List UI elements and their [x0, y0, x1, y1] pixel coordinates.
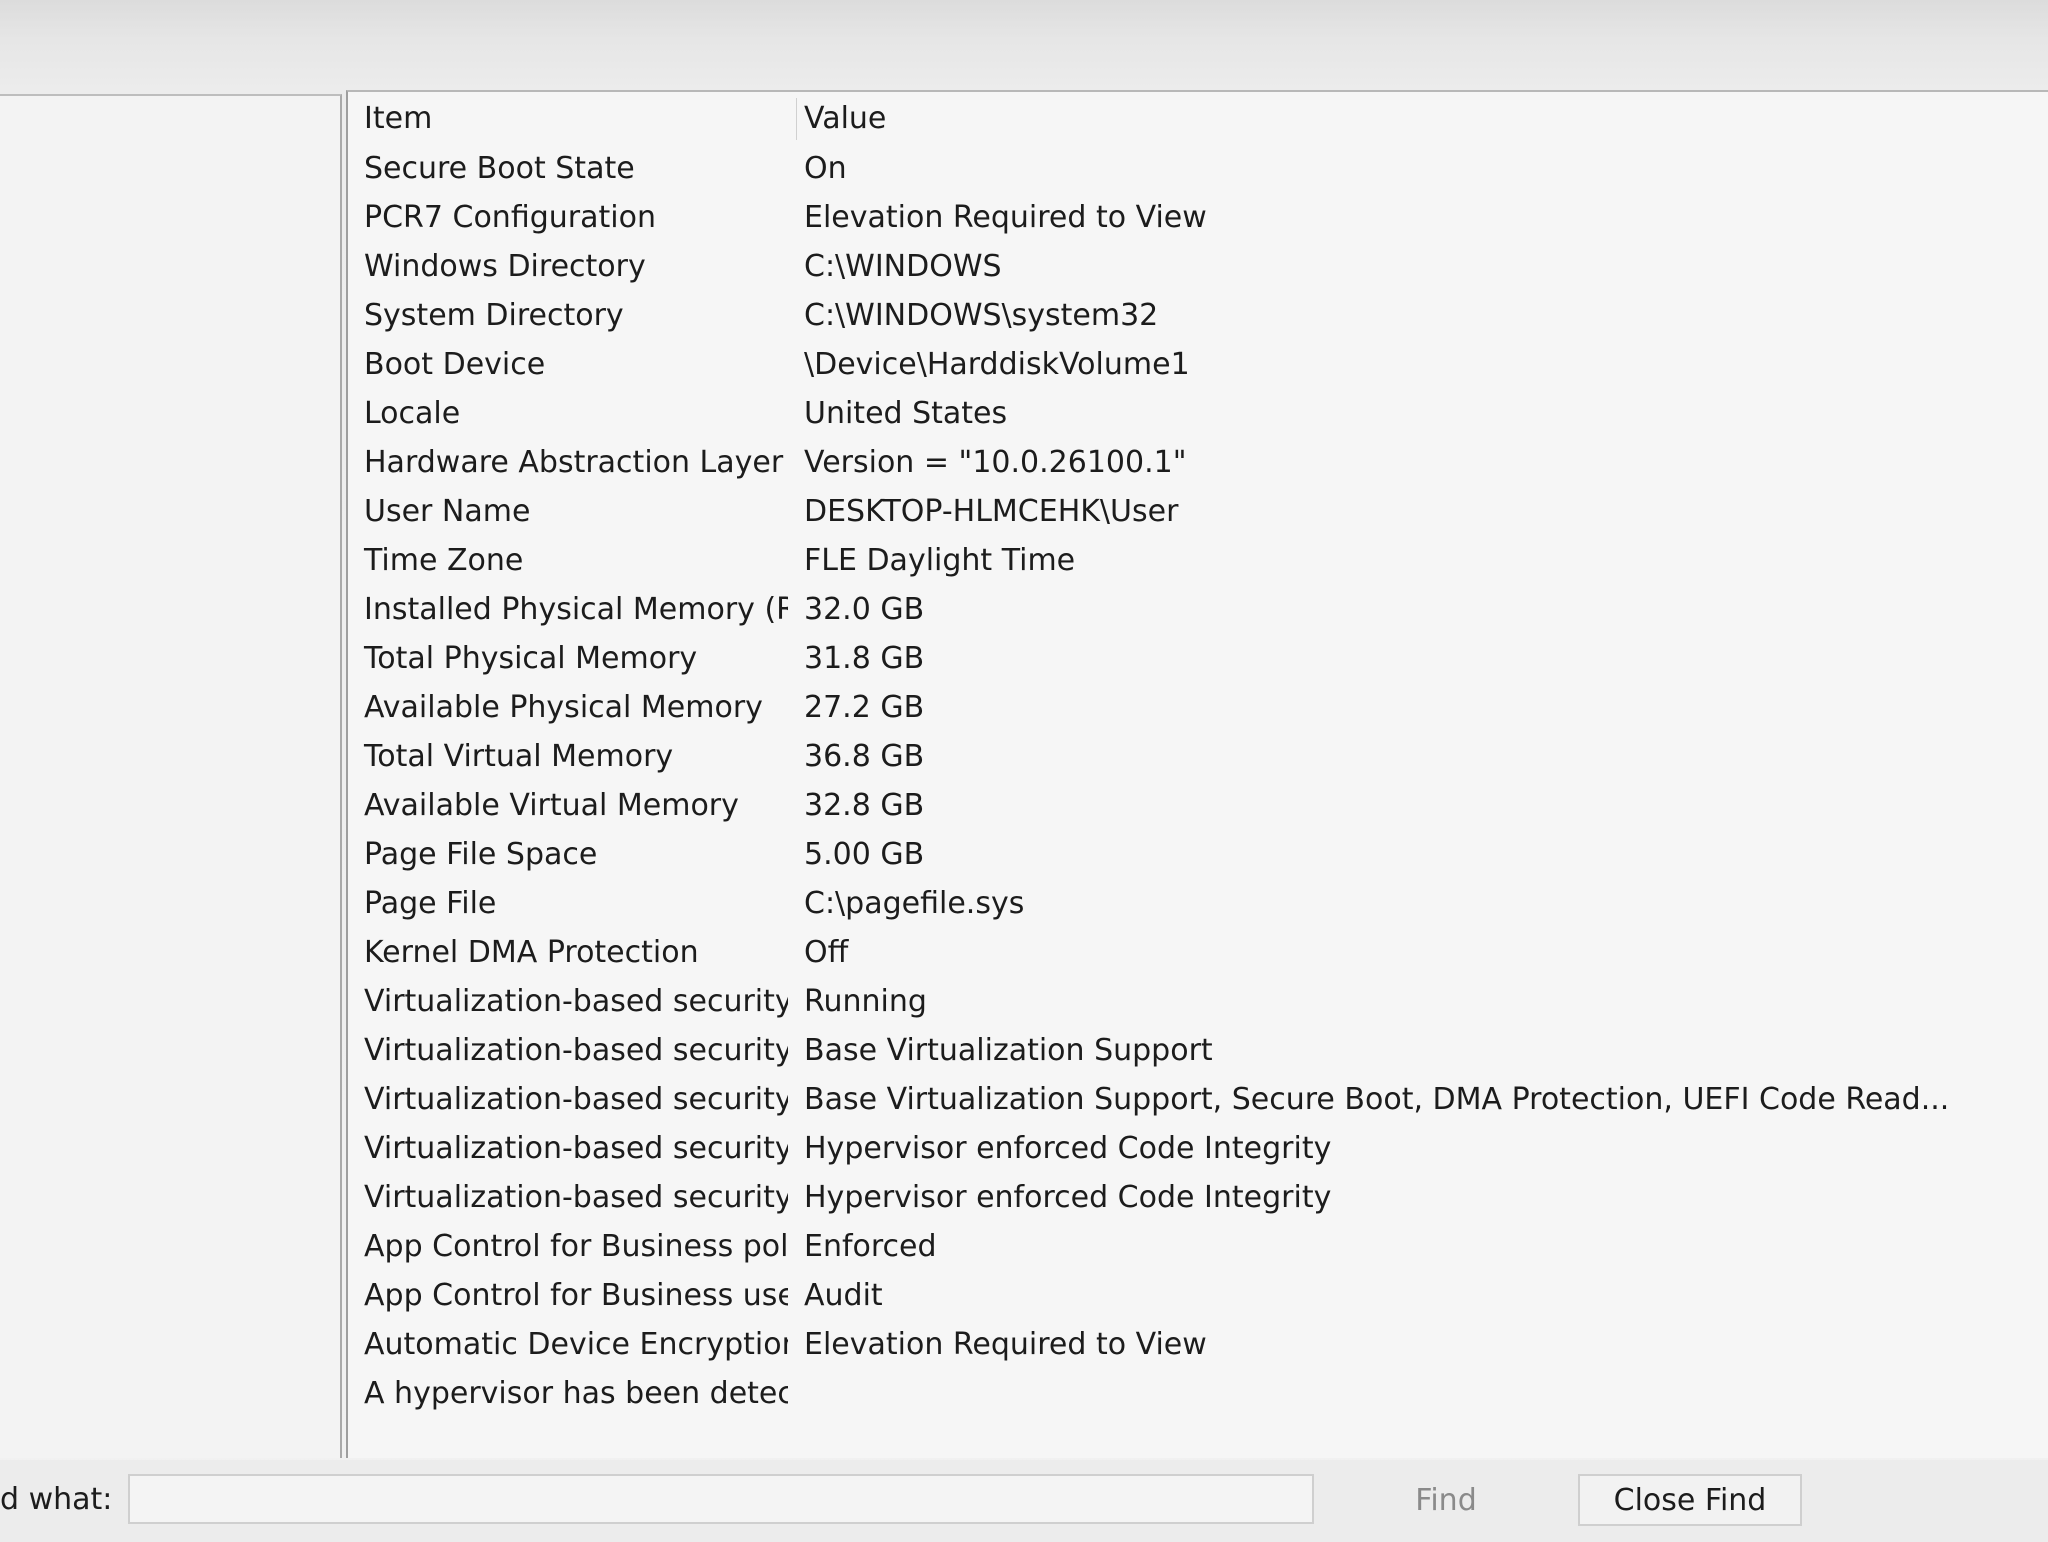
row-value-cell: Elevation Required to View [804, 200, 1207, 235]
list-header: Item Value [348, 92, 2048, 144]
table-row[interactable]: PCR7 Configuration Elevation Required to … [348, 193, 2048, 242]
row-item-cell: Available Physical Memory [364, 690, 763, 725]
row-item-cell: Hardware Abstraction Layer [364, 445, 784, 480]
row-value-cell: 32.8 GB [804, 788, 925, 823]
row-value-cell: Elevation Required to View [804, 1327, 1207, 1362]
column-header-value[interactable]: Value [788, 101, 2048, 136]
row-item-cell: Kernel DMA Protection [364, 935, 699, 970]
row-item-cell: App Control for Business user ... [364, 1278, 788, 1313]
find-what-label: d what: [0, 1482, 113, 1517]
table-row[interactable]: App Control for Business policy Enforced [348, 1222, 2048, 1271]
row-item-cell: Virtualization-based security S... [364, 1131, 788, 1166]
row-item-cell: Virtualization-based security S... [364, 1180, 788, 1215]
table-row[interactable]: Available Virtual Memory 32.8 GB [348, 781, 2048, 830]
row-item-cell: Locale [364, 396, 461, 431]
row-item-cell: Boot Device [364, 347, 546, 382]
table-row[interactable]: Boot Device \Device\HarddiskVolume1 [348, 340, 2048, 389]
row-item-cell: Page File Space [364, 837, 598, 872]
table-row[interactable]: Hardware Abstraction Layer Version = "10.… [348, 438, 2048, 487]
close-find-button[interactable]: Close Find [1578, 1474, 1802, 1526]
find-what-input[interactable] [128, 1474, 1314, 1524]
row-item-cell: Secure Boot State [364, 151, 635, 186]
row-value-cell: C:\WINDOWS [804, 249, 1002, 284]
table-row[interactable]: Total Virtual Memory 36.8 GB [348, 732, 2048, 781]
row-value-cell: Version = "10.0.26100.1" [804, 445, 1187, 480]
row-value-cell: 31.8 GB [804, 641, 925, 676]
table-row[interactable]: System Directory C:\WINDOWS\system32 [348, 291, 2048, 340]
row-item-cell: Windows Directory [364, 249, 646, 284]
row-value-cell: Base Virtualization Support [804, 1033, 1213, 1068]
details-list-pane[interactable]: Item Value Secure Boot State On PCR7 Confi… [346, 90, 2048, 1458]
row-item-cell: Automatic Device Encryption ... [364, 1327, 788, 1362]
find-bar: d what: Find Close Find [0, 1460, 2048, 1542]
table-row[interactable]: Virtualization-based security S... Hyperv… [348, 1124, 2048, 1173]
category-tree-pane[interactable] [0, 94, 342, 1458]
row-value-cell: 27.2 GB [804, 690, 925, 725]
row-value-cell: United States [804, 396, 1008, 431]
system-information-window: Item Value Secure Boot State On PCR7 Confi… [0, 0, 2048, 1542]
row-item-cell: Virtualization-based security ... [364, 1082, 788, 1117]
row-value-cell: Off [804, 935, 849, 970]
table-row[interactable]: A hypervisor has been detecte... [348, 1369, 2048, 1418]
row-item-cell: Virtualization-based security ... [364, 1033, 788, 1068]
row-value-cell: On [804, 151, 847, 186]
find-button[interactable]: Find [1336, 1474, 1556, 1526]
row-item-cell: App Control for Business policy [364, 1229, 788, 1264]
row-item-cell: Available Virtual Memory [364, 788, 739, 823]
row-value-cell: C:\WINDOWS\system32 [804, 298, 1159, 333]
table-row[interactable]: Automatic Device Encryption ... Elevation… [348, 1320, 2048, 1369]
row-item-cell: User Name [364, 494, 531, 529]
table-row[interactable]: Virtualization-based security S... Hyperv… [348, 1173, 2048, 1222]
row-item-cell: PCR7 Configuration [364, 200, 656, 235]
table-row[interactable]: Secure Boot State On [348, 144, 2048, 193]
table-row[interactable]: App Control for Business user ... Audit [348, 1271, 2048, 1320]
row-item-cell: Time Zone [364, 543, 524, 578]
table-row[interactable]: Page File C:\pagefile.sys [348, 879, 2048, 928]
row-value-cell: C:\pagefile.sys [804, 886, 1025, 921]
table-row[interactable]: Installed Physical Memory (RA... 32.0 GB [348, 585, 2048, 634]
row-value-cell: 5.00 GB [804, 837, 925, 872]
table-row[interactable]: User Name DESKTOP-HLMCEHK\User [348, 487, 2048, 536]
row-value-cell: Audit [804, 1278, 883, 1313]
row-value-cell: Running [804, 984, 927, 1019]
row-item-cell: Virtualization-based security [364, 984, 788, 1019]
row-value-cell: Hypervisor enforced Code Integrity [804, 1131, 1332, 1166]
row-value-cell: Base Virtualization Support, Secure Boot… [804, 1082, 1950, 1117]
row-value-cell: \Device\HarddiskVolume1 [804, 347, 1190, 382]
table-row[interactable]: Total Physical Memory 31.8 GB [348, 634, 2048, 683]
table-row[interactable]: Virtualization-based security Running [348, 977, 2048, 1026]
table-row[interactable]: Available Physical Memory 27.2 GB [348, 683, 2048, 732]
row-value-cell: 32.0 GB [804, 592, 925, 627]
row-item-cell: Total Physical Memory [364, 641, 698, 676]
row-value-cell: 36.8 GB [804, 739, 925, 774]
column-divider[interactable] [796, 98, 797, 140]
table-row[interactable]: Windows Directory C:\WINDOWS [348, 242, 2048, 291]
row-item-cell: Installed Physical Memory (RA... [364, 592, 788, 627]
table-row[interactable]: Virtualization-based security ... Base Vi… [348, 1075, 2048, 1124]
table-row[interactable]: Page File Space 5.00 GB [348, 830, 2048, 879]
column-header-item[interactable]: Item [348, 101, 788, 136]
table-row[interactable]: Virtualization-based security ... Base Vi… [348, 1026, 2048, 1075]
table-row[interactable]: Locale United States [348, 389, 2048, 438]
table-row[interactable]: Kernel DMA Protection Off [348, 928, 2048, 977]
row-value-cell: Hypervisor enforced Code Integrity [804, 1180, 1332, 1215]
row-value-cell: FLE Daylight Time [804, 543, 1076, 578]
row-value-cell: DESKTOP-HLMCEHK\User [804, 494, 1179, 529]
row-item-cell: System Directory [364, 298, 624, 333]
table-row[interactable]: Time Zone FLE Daylight Time [348, 536, 2048, 585]
row-item-cell: Page File [364, 886, 497, 921]
row-item-cell: Total Virtual Memory [364, 739, 674, 774]
row-item-cell: A hypervisor has been detecte... [364, 1376, 788, 1411]
list-body: Secure Boot State On PCR7 Configuration Ele… [348, 144, 2048, 1418]
row-value-cell: Enforced [804, 1229, 937, 1264]
